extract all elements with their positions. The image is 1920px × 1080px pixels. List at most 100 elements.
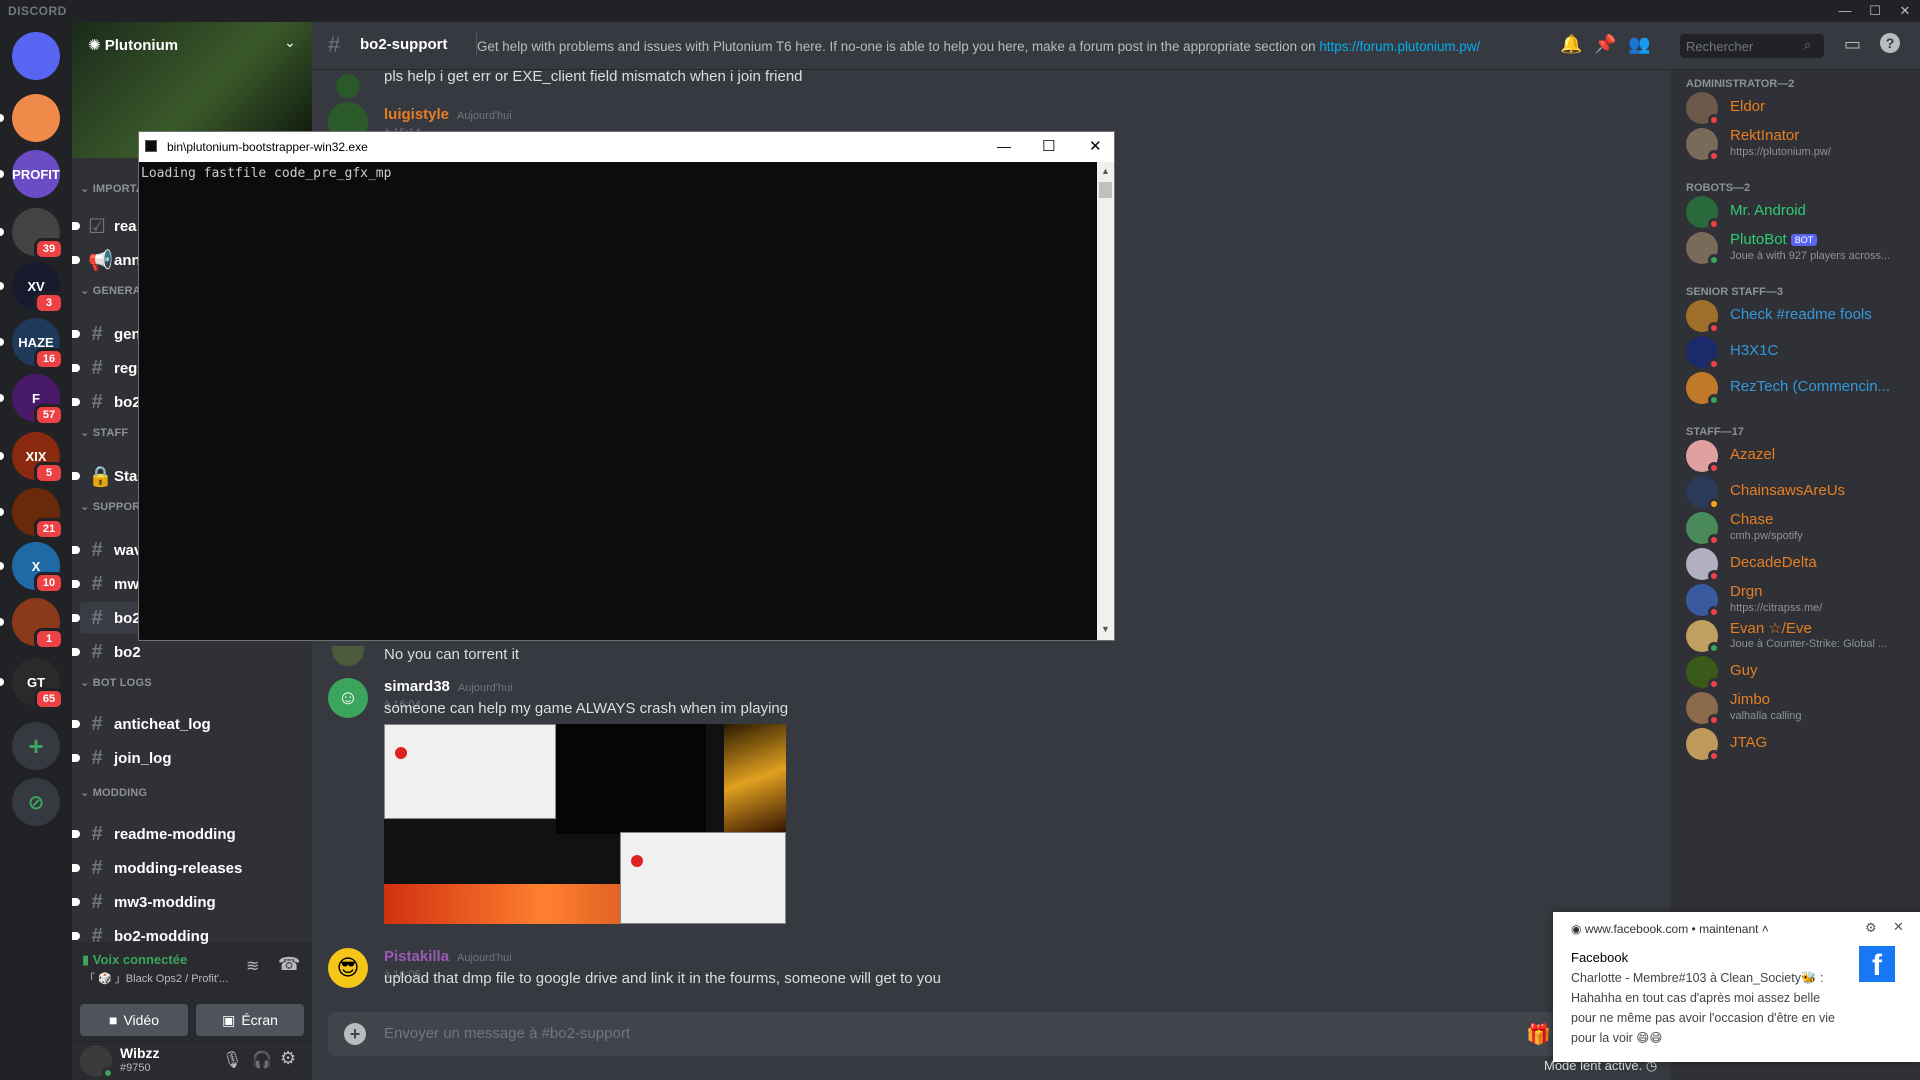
server-icon[interactable]: 1 — [12, 598, 64, 650]
unread-pill — [0, 170, 4, 178]
members-icon[interactable]: 👥 — [1628, 34, 1650, 55]
search-placeholder: Rechercher — [1686, 39, 1754, 54]
channel-category[interactable]: ⌄ BOT LOGS — [80, 676, 152, 689]
member-item[interactable]: Drgn https://citrapss.me/ — [1686, 580, 1916, 620]
bell-icon[interactable]: 🔔 — [1560, 34, 1582, 55]
unread-indicator — [72, 546, 80, 554]
chevron-down-icon[interactable]: ⌄ — [284, 34, 296, 51]
scroll-up-icon[interactable]: ▲ — [1101, 166, 1110, 176]
hash-icon: # — [91, 746, 103, 769]
server-icon[interactable]: X 10 — [12, 542, 64, 594]
voice-channel-name[interactable]: 「 🎲 」Black Ops2 / Profit'... — [84, 970, 254, 986]
close-button[interactable]: ✕ — [1890, 0, 1920, 22]
voice-status[interactable]: ▮ Voix connectée — [82, 952, 187, 968]
close-icon[interactable]: ✕ — [1089, 137, 1102, 155]
gear-icon[interactable]: ⚙ — [280, 1048, 296, 1069]
add-server-icon[interactable]: + — [12, 722, 60, 770]
unread-indicator — [72, 364, 80, 372]
discord-home-icon[interactable] — [12, 32, 60, 80]
hash-icon: # — [91, 606, 103, 629]
help-icon[interactable]: ? — [1880, 33, 1900, 53]
channel-item[interactable]: # join_log — [72, 742, 304, 774]
member-item[interactable]: PlutoBot BOT Joue à with 927 players acros… — [1686, 228, 1916, 268]
channel-category[interactable]: ⌄ MODDING — [80, 786, 147, 799]
soundwave-icon[interactable]: ≋ — [246, 956, 259, 976]
chevron-down-icon: ⌄ — [80, 787, 93, 799]
inbox-icon[interactable]: ▭ — [1844, 34, 1861, 55]
mention-badge: 65 — [34, 688, 64, 710]
member-item[interactable]: DecadeDelta — [1686, 544, 1916, 584]
member-item[interactable]: Evan ☆/Eve Joue à Counter-Strike: Global … — [1686, 616, 1916, 656]
member-item[interactable]: Guy — [1686, 652, 1916, 692]
minimize-icon[interactable]: — — [997, 138, 1011, 154]
avatar[interactable] — [332, 646, 364, 666]
console-titlebar[interactable]: bin\plutonium-bootstrapper-win32.exe — ☐… — [139, 132, 1114, 162]
minimize-button[interactable]: — — [1830, 0, 1860, 22]
gift-icon[interactable]: 🎁 — [1526, 1022, 1551, 1047]
server-icon[interactable]: HAZE 16 — [12, 318, 64, 370]
member-item[interactable]: RektInator https://plutonium.pw/ — [1686, 124, 1916, 164]
server-icon[interactable]: F 57 — [12, 374, 64, 426]
server-icon[interactable] — [12, 94, 60, 142]
server-icon[interactable]: XV 3 — [12, 262, 64, 314]
channel-item[interactable]: # anticheat_log — [72, 708, 304, 740]
channel-item[interactable]: # modding-releases — [72, 852, 304, 884]
member-name: Check #readme fools — [1730, 306, 1872, 323]
server-name[interactable]: ✺ Plutonium — [88, 36, 178, 54]
channel-topic[interactable]: Get help with problems and issues with P… — [477, 39, 1480, 54]
disconnect-call-icon[interactable]: ☎ — [278, 954, 300, 975]
pin-icon[interactable]: 📌 — [1594, 34, 1616, 55]
member-item[interactable]: H3X1C — [1686, 332, 1916, 372]
maximize-button[interactable]: ☐ — [1860, 0, 1890, 22]
channel-name: bo2-modding — [114, 927, 209, 945]
server-icon[interactable]: PROFIT — [12, 150, 60, 198]
member-item[interactable]: Jimbo valhalla calling — [1686, 688, 1916, 728]
scroll-thumb[interactable] — [1099, 182, 1112, 198]
channel-item[interactable]: # readme-modding — [72, 818, 304, 850]
server-icon[interactable]: GT 65 — [12, 658, 64, 710]
member-item[interactable]: Eldor — [1686, 88, 1916, 128]
topic-link[interactable]: https://forum.plutonium.pw/ — [1319, 39, 1480, 54]
channel-item[interactable]: # bo2-modding — [72, 920, 304, 952]
close-icon[interactable]: ✕ — [1893, 919, 1904, 935]
server-icon[interactable]: 21 — [12, 488, 64, 540]
screen-share-button[interactable]: ▣ Écran — [196, 1004, 304, 1036]
channel-category[interactable]: ⌄ STAFF — [80, 426, 128, 439]
server-icon[interactable]: 39 — [12, 208, 64, 260]
member-item[interactable]: RezTech (Commencin... — [1686, 368, 1916, 408]
notification-toast[interactable]: ◉ www.facebook.com • maintenant ˄ ⚙ ✕ Fa… — [1553, 912, 1920, 1062]
gear-icon[interactable]: ⚙ — [1865, 920, 1877, 936]
member-item[interactable]: Mr. Android — [1686, 192, 1916, 232]
avatar[interactable] — [336, 74, 360, 98]
member-item[interactable]: Azazel — [1686, 436, 1916, 476]
message-composer[interactable]: + Envoyer un message à #bo2-support 🎁 — [328, 1012, 1654, 1056]
server-icon[interactable]: XIX 5 — [12, 432, 64, 484]
video-button[interactable]: ■ Vidéo — [80, 1004, 188, 1036]
member-name: Mr. Android — [1730, 202, 1806, 219]
member-activity: Joue à with 927 players across... — [1730, 250, 1891, 262]
member-item[interactable]: JTAG — [1686, 724, 1916, 764]
maximize-icon[interactable]: ☐ — [1042, 137, 1055, 155]
error-dialog-thumbnail — [384, 724, 556, 819]
message-text: upload that dmp file to google drive and… — [384, 970, 941, 987]
member-item[interactable]: ChainsawsAreUs — [1686, 472, 1916, 512]
channel-name: gen — [114, 325, 141, 343]
member-item[interactable]: Chase cmh.pw/spotify — [1686, 508, 1916, 548]
scroll-down-icon[interactable]: ▼ — [1101, 624, 1110, 634]
discord-avatar-icon[interactable]: ☺ — [328, 678, 368, 718]
plus-icon[interactable]: + — [344, 1023, 366, 1045]
member-item[interactable]: Check #readme fools — [1686, 296, 1916, 336]
unread-indicator — [72, 330, 80, 338]
headphones-icon[interactable]: 🎧 — [252, 1050, 272, 1070]
sunglasses-emoji-avatar[interactable]: 😎 — [328, 948, 368, 988]
attachment-image[interactable] — [384, 724, 786, 924]
search-input[interactable]: Rechercher ⌕ — [1680, 34, 1824, 58]
bot-badge: BOT — [1790, 234, 1818, 247]
channel-category[interactable]: ⌄ IMPORTA — [80, 182, 144, 195]
hash-icon: # — [91, 356, 103, 379]
console-scrollbar[interactable]: ▲ ▼ — [1097, 162, 1114, 640]
message-text: someone can help my game ALWAYS crash wh… — [384, 700, 789, 717]
channel-item[interactable]: # mw3-modding — [72, 886, 304, 918]
microphone-icon[interactable]: 🎙 — [222, 1050, 242, 1070]
explore-compass-icon[interactable]: ⊘ — [12, 778, 60, 826]
